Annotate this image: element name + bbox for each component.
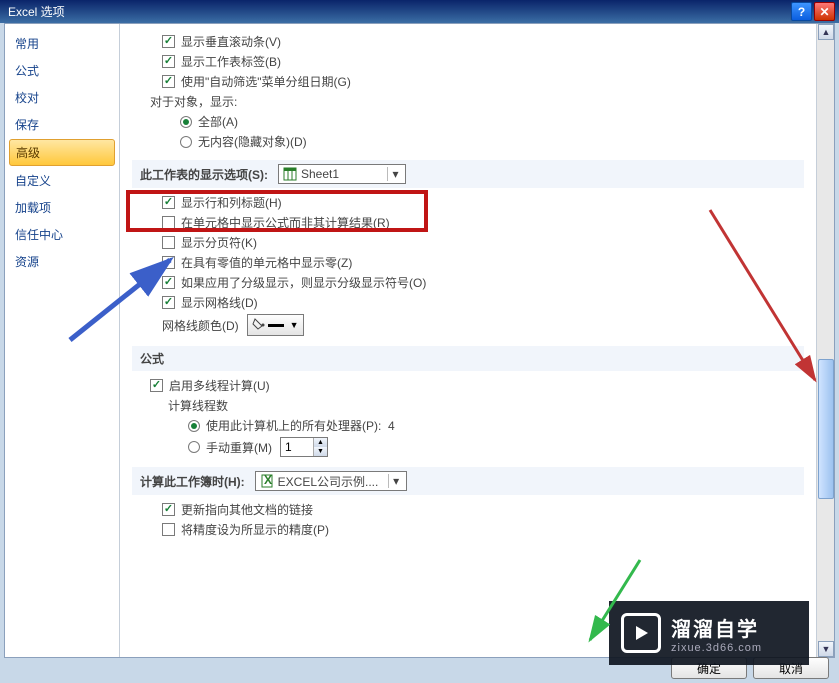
label: 使用"自动筛选"菜单分组日期(G): [181, 73, 351, 90]
watermark-url: zixue.3d66.com: [671, 642, 762, 654]
watermark: 溜溜自学 zixue.3d66.com: [609, 601, 809, 665]
excel-file-icon: X: [260, 474, 274, 488]
label: 更新指向其他文档的链接: [181, 501, 313, 518]
section-formulas: 公式: [132, 346, 804, 371]
thread-count-input[interactable]: [281, 438, 313, 456]
label: 手动重算(M): [206, 439, 272, 456]
label: 显示网格线(D): [181, 294, 258, 311]
label: 启用多线程计算(U): [169, 377, 270, 394]
checkbox-multithread[interactable]: [150, 379, 163, 392]
radio-manual-threads[interactable]: [188, 441, 200, 453]
checkbox-show-zero[interactable]: [162, 256, 175, 269]
threads-label: 计算线程数: [168, 397, 228, 414]
spinner-up[interactable]: ▲: [314, 438, 327, 447]
cpu-count: 4: [388, 419, 395, 433]
radio-all-cpus[interactable]: [188, 420, 200, 432]
watermark-brand: 溜溜自学: [671, 613, 762, 642]
checkbox-update-links[interactable]: [162, 503, 175, 516]
scroll-up-button[interactable]: ▲: [818, 24, 834, 40]
sidebar-item-general[interactable]: 常用: [5, 30, 119, 57]
sidebar-item-resources[interactable]: 资源: [5, 248, 119, 275]
thread-count-spinner[interactable]: ▲▼: [280, 437, 328, 457]
label: 如果应用了分级显示，则显示分级显示符号(O): [181, 274, 426, 291]
help-button[interactable]: ?: [791, 2, 812, 21]
section-workbook-calc: 计算此工作簿时(H): X EXCEL公司示例.... ▾: [132, 467, 804, 495]
play-icon: [621, 613, 661, 653]
sidebar-item-customize[interactable]: 自定义: [5, 167, 119, 194]
label: 显示垂直滚动条(V): [181, 33, 281, 50]
objects-label: 对于对象，显示:: [150, 93, 237, 110]
sidebar-item-advanced[interactable]: 高级: [9, 139, 115, 166]
svg-text:X: X: [264, 474, 272, 487]
dropdown-workbook[interactable]: X EXCEL公司示例.... ▾: [255, 471, 407, 491]
label: 使用此计算机上的所有处理器(P):: [206, 417, 381, 434]
checkbox-outline-symbols[interactable]: [162, 276, 175, 289]
checkbox-gridlines[interactable]: [162, 296, 175, 309]
sidebar-item-save[interactable]: 保存: [5, 111, 119, 138]
label: 全部(A): [198, 113, 238, 130]
scroll-thumb[interactable]: [818, 359, 834, 499]
label: 在单元格中显示公式而非其计算结果(R): [181, 214, 390, 231]
chevron-down-icon: ▾: [388, 474, 404, 488]
gridline-color-button[interactable]: ▼: [247, 314, 304, 336]
vertical-scrollbar[interactable]: ▲ ▼: [816, 24, 834, 657]
checkbox-page-breaks[interactable]: [162, 236, 175, 249]
color-swatch: [268, 324, 284, 327]
sidebar: 常用 公式 校对 保存 高级 自定义 加载项 信任中心 资源: [5, 24, 120, 657]
label: 将精度设为所显示的精度(P): [181, 521, 329, 538]
label: 显示行和列标题(H): [181, 194, 282, 211]
title-bar: Excel 选项 ? ✕: [0, 0, 839, 23]
checkbox-sheet-tabs[interactable]: [162, 55, 175, 68]
checkbox-row-col-headers[interactable]: [162, 196, 175, 209]
checkbox-autofilter-dates[interactable]: [162, 75, 175, 88]
radio-objects-none[interactable]: [180, 136, 192, 148]
content-area: 显示垂直滚动条(V) 显示工作表标签(B) 使用"自动筛选"菜单分组日期(G) …: [120, 24, 816, 657]
sidebar-item-addins[interactable]: 加载项: [5, 194, 119, 221]
section-worksheet-display: 此工作表的显示选项(S): Sheet1 ▾: [132, 160, 804, 188]
sidebar-item-trust[interactable]: 信任中心: [5, 221, 119, 248]
label: 在具有零值的单元格中显示零(Z): [181, 254, 352, 271]
checkbox-vertical-scrollbar[interactable]: [162, 35, 175, 48]
label: 显示工作表标签(B): [181, 53, 281, 70]
scroll-down-button[interactable]: ▼: [818, 641, 834, 657]
dropdown-worksheet[interactable]: Sheet1 ▾: [278, 164, 406, 184]
main-panel: 常用 公式 校对 保存 高级 自定义 加载项 信任中心 资源 显示垂直滚动条(V…: [4, 23, 835, 658]
close-button[interactable]: ✕: [814, 2, 835, 21]
label: 显示分页符(K): [181, 234, 257, 251]
gridline-color-label: 网格线颜色(D): [162, 317, 239, 334]
chevron-down-icon: ▼: [290, 320, 299, 330]
checkbox-precision-displayed[interactable]: [162, 523, 175, 536]
radio-objects-all[interactable]: [180, 116, 192, 128]
fill-icon: [252, 318, 266, 333]
spinner-down[interactable]: ▼: [314, 447, 327, 456]
worksheet-icon: [283, 167, 297, 181]
chevron-down-icon: ▾: [387, 167, 403, 181]
label: 无内容(隐藏对象)(D): [198, 133, 307, 150]
checkbox-show-formulas[interactable]: [162, 216, 175, 229]
sidebar-item-formulas[interactable]: 公式: [5, 57, 119, 84]
sidebar-item-proofing[interactable]: 校对: [5, 84, 119, 111]
window-title: Excel 选项: [4, 3, 789, 20]
